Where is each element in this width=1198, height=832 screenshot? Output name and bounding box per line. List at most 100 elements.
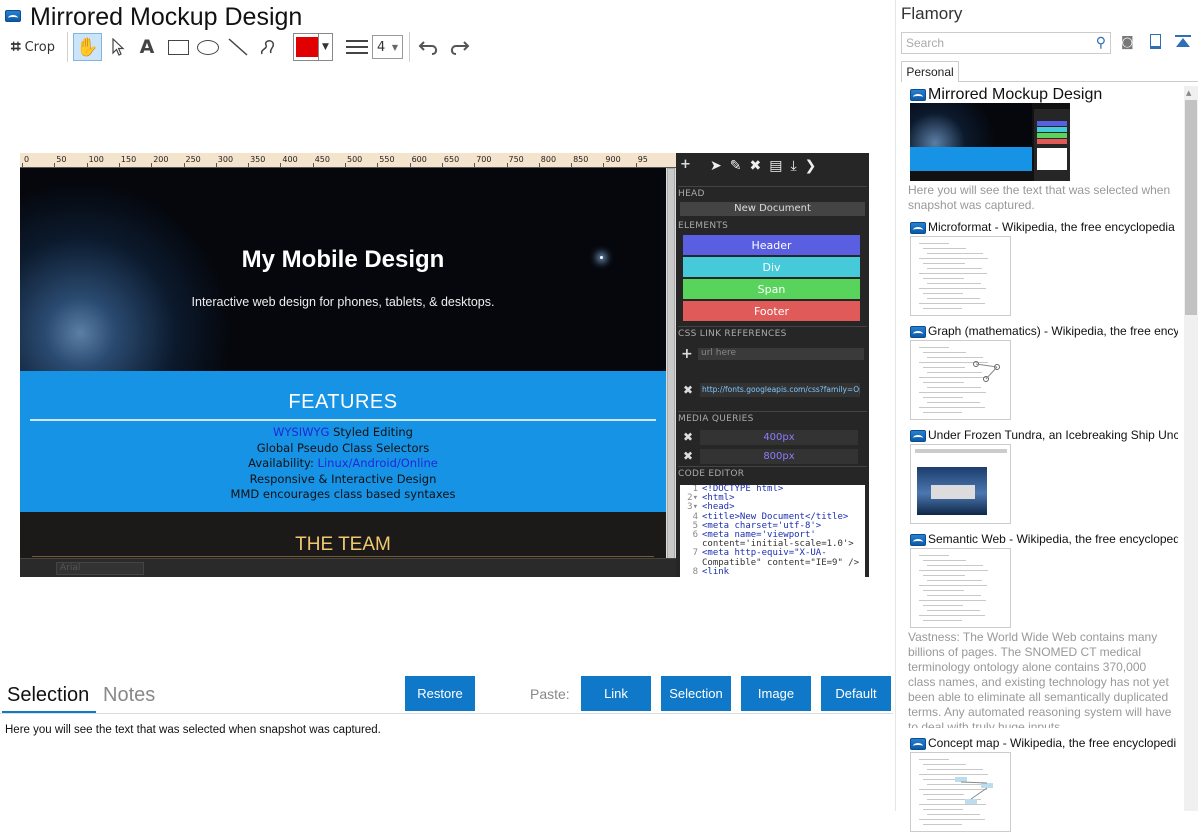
code-editor[interactable]: 1 <!DOCTYPE html> 2▾ <html> 3▾ <head> 4 <title>… — [680, 485, 865, 577]
element-header-button[interactable]: Header — [683, 235, 860, 255]
page-title: Mirrored Mockup Design — [30, 3, 303, 31]
ruler-tick: 95 — [637, 155, 648, 164]
feature-link: Linux/Android/Online — [317, 456, 438, 470]
feature-text: Responsive & Interactive Design — [249, 471, 437, 486]
line-width-select[interactable]: 4 ▼ — [372, 35, 403, 59]
features-list: WYSIWYG Styled Editing Global Pseudo Clas… — [20, 425, 666, 503]
snapshot-thumbnail[interactable] — [910, 236, 1011, 316]
feature-line: Global Pseudo Class Selectors — [20, 441, 666, 457]
close-icon[interactable]: ✖ — [683, 430, 693, 444]
chevron-down-icon: ▼ — [391, 42, 398, 52]
ruler-tick: 350 — [250, 155, 266, 164]
search-input[interactable]: Search ⚲ — [901, 32, 1111, 54]
feature-line: Responsive & Interactive Design — [20, 472, 666, 488]
snapshot-title[interactable]: Graph (mathematics) - Wikipedia, the fre… — [928, 324, 1178, 338]
scrollbar-thumb[interactable] — [1185, 100, 1197, 315]
css-url-field[interactable]: http://fonts.googleapis.com/css?family=O… — [700, 383, 860, 397]
snapshot-title[interactable]: Mirrored Mockup Design — [928, 86, 1178, 104]
freehand-tool-button[interactable] — [255, 33, 281, 61]
feature-text: Availability: — [248, 456, 318, 470]
undo-button[interactable] — [416, 33, 442, 61]
rectangle-tool-button[interactable] — [165, 33, 191, 61]
edit-icon[interactable]: ✎ — [730, 158, 742, 174]
head-label: HEAD — [678, 186, 867, 199]
collapse-top-icon[interactable] — [1175, 35, 1191, 49]
line-tool-button[interactable] — [225, 33, 251, 61]
add-icon[interactable]: + — [680, 157, 691, 172]
hero-title: My Mobile Design — [241, 246, 445, 273]
snapshot-title[interactable]: Concept map - Wikipedia, the free encycl… — [928, 736, 1178, 750]
pointer-icon[interactable]: ➤ — [710, 158, 722, 174]
ruler-tick: 900 — [605, 155, 621, 164]
line-width-button[interactable] — [344, 33, 370, 61]
snapshot-title[interactable]: Under Frozen Tundra, an Icebreaking Ship… — [928, 428, 1178, 442]
ellipse-tool-button[interactable] — [195, 33, 221, 61]
media-query-field[interactable]: 800px — [700, 449, 858, 464]
line-width-icon — [346, 40, 368, 54]
ruler-tick: 50 — [56, 155, 67, 164]
search-icon[interactable]: ⚲ — [1096, 34, 1106, 51]
snapshot-thumbnail[interactable] — [910, 444, 1011, 524]
chevron-right-icon[interactable]: ❯ — [805, 158, 817, 174]
paste-image-button[interactable]: Image — [741, 676, 811, 711]
download-icon[interactable]: ⤓ — [790, 158, 796, 174]
element-span-button[interactable]: Span — [683, 279, 860, 299]
paste-selection-button[interactable]: Selection — [661, 676, 731, 711]
team-heading: THE TEAM — [295, 534, 391, 555]
ruler-tick: 550 — [379, 155, 395, 164]
tab-selection[interactable]: Selection — [7, 684, 89, 707]
code-line: 8 <link — [692, 566, 730, 577]
snapshot-icon — [910, 738, 926, 750]
snapshot-thumbnail[interactable] — [910, 548, 1011, 628]
ellipse-icon — [197, 39, 219, 55]
chevron-down-icon: ▼ — [318, 34, 332, 60]
freehand-icon — [260, 40, 275, 55]
snapshot-image[interactable]: 0 50 100 150 200 250 300 350 400 450 500 550 600 650 7… — [20, 153, 869, 577]
ruler-tick: 200 — [153, 155, 169, 164]
close-icon[interactable]: ✖ — [683, 383, 693, 397]
url-input[interactable]: url here — [698, 348, 864, 360]
snapshot-thumbnail[interactable] — [910, 103, 1070, 181]
restore-button[interactable]: Restore — [405, 676, 475, 711]
flamory-sidebar: Flamory Search ⚲ ◙ Personal ▲ Mirrored M… — [895, 0, 1198, 832]
ruler-tick: 600 — [411, 155, 427, 164]
media-query-field[interactable]: 400px — [700, 430, 858, 445]
doc-title-field[interactable]: New Document — [680, 202, 865, 216]
ruler: 0 50 100 150 200 250 300 350 400 450 500 550 600 650 7… — [20, 153, 676, 168]
scrollbar[interactable] — [666, 168, 676, 563]
line-icon — [228, 38, 248, 56]
select-tool-button[interactable] — [106, 33, 130, 61]
snapshot-description: Vastness: The World Wide Web contains ma… — [908, 630, 1172, 728]
crop-button[interactable]: ⌗ Crop — [4, 33, 62, 61]
editor-toolbar: ➤ ✎ ✖ ▤ ⤓ ❯ — [710, 158, 816, 174]
paste-label: Paste: — [530, 686, 570, 702]
file-icon[interactable]: ▤ — [769, 158, 782, 174]
paste-default-button[interactable]: Default — [821, 676, 891, 711]
close-icon[interactable]: ✖ — [749, 158, 761, 174]
pointer-icon — [112, 38, 125, 56]
snapshot-thumbnail[interactable] — [910, 752, 1011, 832]
redo-button[interactable] — [446, 33, 472, 61]
feature-text: Global Pseudo Class Selectors — [256, 440, 430, 455]
snapshot-title[interactable]: Microformat - Wikipedia, the free encycl… — [928, 220, 1178, 234]
tab-notes[interactable]: Notes — [103, 684, 155, 707]
ruler-tick: 650 — [443, 155, 460, 164]
features-divider — [30, 419, 656, 421]
tab-personal[interactable]: Personal — [901, 61, 959, 82]
element-div-button[interactable]: Div — [683, 257, 860, 277]
element-footer-button[interactable]: Footer — [683, 301, 860, 321]
snapshot-thumbnail[interactable] — [910, 340, 1011, 420]
sidebar-scrollbar[interactable]: ▲ — [1184, 86, 1198, 811]
paste-link-button[interactable]: Link — [581, 676, 651, 711]
camera-icon[interactable]: ◙ — [1121, 35, 1134, 50]
text-tool-button[interactable]: A — [135, 33, 159, 61]
color-picker[interactable]: ▼ — [293, 33, 333, 61]
close-icon[interactable]: ✖ — [683, 449, 693, 463]
snapshot-title[interactable]: Semantic Web - Wikipedia, the free encyc… — [928, 532, 1178, 546]
font-select[interactable]: Arial — [56, 562, 144, 575]
document-icon[interactable] — [1150, 34, 1161, 49]
selection-text[interactable]: Here you will see the text that was sele… — [5, 724, 381, 736]
hand-tool-button[interactable]: ✋ — [73, 33, 102, 61]
snapshot-icon — [910, 89, 926, 101]
add-icon[interactable]: + — [681, 346, 693, 362]
